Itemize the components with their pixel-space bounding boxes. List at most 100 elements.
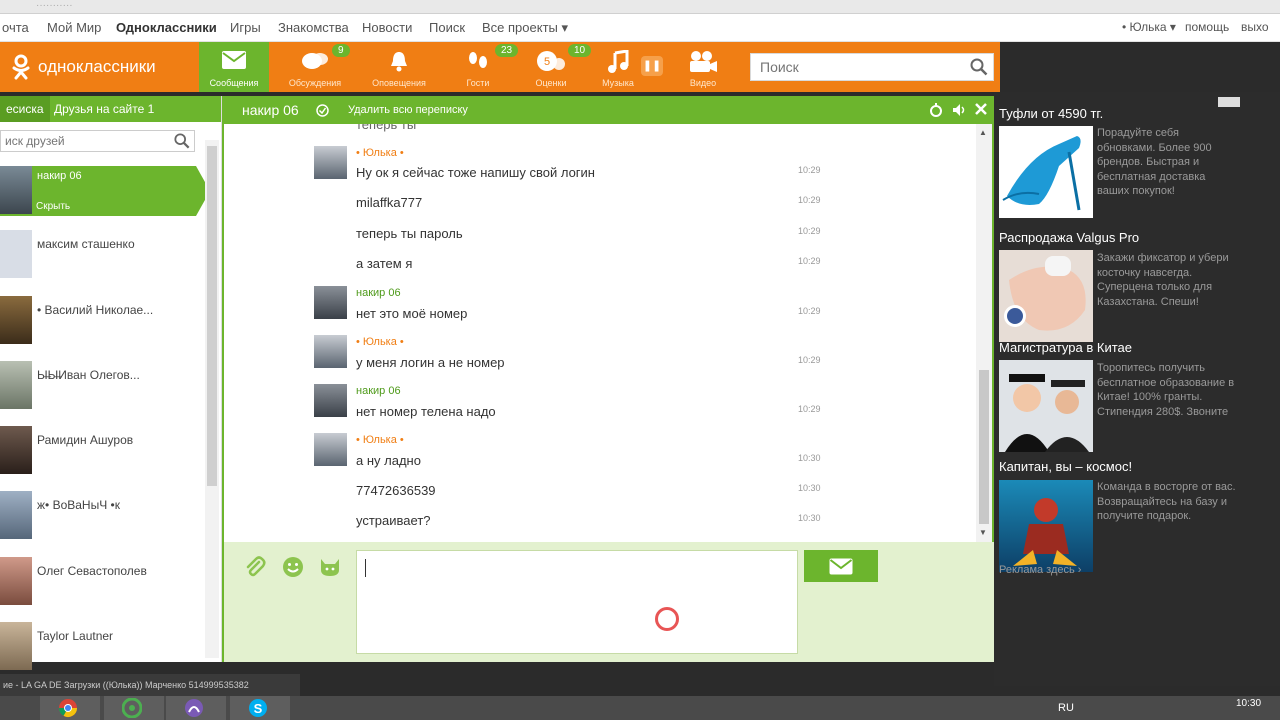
tab-friends-online[interactable]: Друзья на сайте 1 bbox=[54, 102, 154, 116]
portal-link-all-projects[interactable]: Все проекты ▾ bbox=[482, 20, 568, 36]
avatar bbox=[314, 146, 347, 179]
ad-text: Закажи фиксатор и убери косточку навсегд… bbox=[1097, 252, 1229, 308]
ad-title[interactable]: Распродажа Valgus Pro bbox=[999, 230, 1139, 245]
ad-title[interactable]: Магистратура в Китае bbox=[999, 340, 1132, 355]
friend-name: • Василий Николае... bbox=[37, 303, 154, 317]
avatar bbox=[0, 557, 32, 605]
portal-help-link[interactable]: помощь bbox=[1185, 20, 1229, 34]
ad-title[interactable]: Туфли от 4590 тг. bbox=[999, 106, 1103, 121]
nav-video-label: Видео bbox=[689, 78, 717, 88]
chat-scrollbar[interactable]: ▲ ▼ bbox=[976, 124, 992, 542]
cat-sticker-icon[interactable] bbox=[319, 556, 341, 578]
ads-footer-link[interactable]: Реклама здесь › bbox=[999, 564, 1081, 576]
nav-messages[interactable]: Сообщения bbox=[199, 42, 269, 92]
message-input[interactable] bbox=[356, 550, 798, 654]
os-taskbar: S RU 10:30 bbox=[0, 696, 1280, 720]
scroll-up-arrow[interactable]: ▲ bbox=[979, 128, 987, 137]
avatar bbox=[0, 296, 32, 344]
smiley-icon[interactable] bbox=[282, 556, 304, 578]
ads-close-button[interactable] bbox=[1218, 97, 1240, 107]
portal-link-mail[interactable]: очта bbox=[2, 20, 29, 35]
keyboard-language[interactable]: RU bbox=[1058, 702, 1074, 714]
taskbar-skype-button[interactable]: S bbox=[230, 696, 290, 720]
scroll-down-arrow[interactable]: ▼ bbox=[979, 528, 987, 537]
message-author[interactable]: накир 06 bbox=[356, 385, 401, 397]
green-circle-app-icon bbox=[122, 698, 142, 718]
search-icon[interactable] bbox=[970, 58, 988, 76]
sound-icon[interactable] bbox=[951, 102, 967, 118]
friend-name: максим сташенко bbox=[37, 237, 135, 251]
portal-link-games[interactable]: Игры bbox=[230, 20, 261, 35]
paperclip-icon[interactable] bbox=[244, 556, 266, 578]
friend-item[interactable]: ж• ВоВаНыЧ •к bbox=[0, 491, 196, 543]
friends-search-input[interactable] bbox=[1, 131, 171, 151]
close-icon[interactable] bbox=[974, 102, 988, 116]
avatar bbox=[314, 335, 347, 368]
message-time: 10:30 bbox=[798, 453, 821, 463]
nav-guests[interactable]: 23 Гости bbox=[443, 42, 519, 92]
friends-tabs: есиска Друзья на сайте 1 bbox=[0, 96, 221, 122]
portal-link-odnoklassniki[interactable]: Одноклассники bbox=[116, 20, 217, 35]
skype-icon: S bbox=[249, 699, 267, 717]
system-clock[interactable]: 10:30 bbox=[1236, 698, 1261, 709]
portal-link-news[interactable]: Новости bbox=[362, 20, 412, 35]
music-player-icon[interactable]: ❚❚ bbox=[641, 56, 663, 76]
tab-conversations[interactable]: есиска bbox=[0, 96, 50, 122]
delete-conversation-link[interactable]: Удалить всю переписку bbox=[348, 104, 468, 116]
friend-item[interactable]: Ы̶Ы̶Иван Олегов... bbox=[0, 361, 196, 413]
nav-ratings[interactable]: 5 10 Оценки bbox=[516, 42, 592, 92]
portal-link-dating[interactable]: Знакомства bbox=[278, 20, 349, 35]
friend-item[interactable]: максим сташенко bbox=[0, 230, 196, 282]
rating-icon: 5 bbox=[537, 51, 565, 71]
friend-item[interactable]: Олег Севастополев bbox=[0, 557, 196, 609]
settings-icon[interactable] bbox=[928, 102, 944, 118]
portal-link-my-world[interactable]: Мой Мир bbox=[47, 20, 101, 35]
portal-user-menu[interactable]: • Юлька ▾ bbox=[1122, 20, 1176, 34]
ad-image-shoes[interactable] bbox=[999, 126, 1093, 218]
taskbar-app-button[interactable] bbox=[104, 696, 164, 720]
friends-search-box[interactable] bbox=[0, 130, 195, 152]
nav-video[interactable]: Видео bbox=[668, 42, 738, 92]
text-caret bbox=[365, 559, 366, 577]
header-search-box[interactable] bbox=[750, 53, 994, 81]
portal-logout-link[interactable]: выхо bbox=[1241, 20, 1269, 34]
taskbar-app-button[interactable] bbox=[166, 696, 226, 720]
message-text: а ну ладно bbox=[356, 453, 421, 468]
search-icon[interactable] bbox=[174, 133, 190, 149]
nav-discussions[interactable]: 9 Обсуждения bbox=[280, 42, 350, 92]
envelope-icon bbox=[829, 558, 853, 575]
message-author[interactable]: накир 06 bbox=[356, 287, 401, 299]
video-camera-icon bbox=[690, 51, 717, 72]
nav-notifications[interactable]: Оповещения bbox=[364, 42, 434, 92]
ad-image-graduates[interactable] bbox=[999, 360, 1093, 452]
friend-item[interactable]: Taylor Lautner bbox=[0, 622, 196, 674]
ad-image-game[interactable] bbox=[999, 480, 1093, 572]
friend-item-active[interactable]: накир 06 Скрыть bbox=[0, 166, 210, 216]
chat-title[interactable]: накир 06 bbox=[242, 102, 299, 118]
nav-discussions-label: Обсуждения bbox=[288, 78, 342, 88]
taskbar-chrome-button[interactable] bbox=[40, 696, 100, 720]
header-search-input[interactable] bbox=[751, 54, 961, 80]
ad-image-foot[interactable] bbox=[999, 250, 1093, 342]
nav-music[interactable]: ❚❚ Музыка bbox=[583, 42, 663, 92]
send-message-button[interactable] bbox=[804, 550, 878, 582]
friend-item[interactable]: • Василий Николае... bbox=[0, 296, 196, 348]
browser-address-bar[interactable]: ··········· bbox=[0, 0, 1280, 14]
friend-item[interactable]: Рамидин Ашуров bbox=[0, 426, 196, 478]
message-author[interactable]: • Юлька • bbox=[356, 336, 404, 348]
portal-link-search[interactable]: Поиск bbox=[429, 20, 465, 35]
chat-scrollbar-thumb[interactable] bbox=[979, 370, 989, 524]
friend-name: Ы̶Ы̶Иван Олегов... bbox=[37, 368, 140, 382]
avatar bbox=[314, 384, 347, 417]
message-time: 10:29 bbox=[798, 306, 821, 316]
site-logo[interactable]: одноклассники bbox=[10, 54, 156, 80]
ad-title[interactable]: Капитан, вы – космос! bbox=[999, 459, 1132, 474]
hide-friend-link[interactable]: Скрыть bbox=[36, 201, 70, 212]
message-author[interactable]: • Юлька • bbox=[356, 147, 404, 159]
message-text: у меня логин а не номер bbox=[356, 355, 505, 370]
message-author[interactable]: • Юлька • bbox=[356, 434, 404, 446]
friends-scrollbar[interactable] bbox=[205, 140, 219, 658]
message-text: 77472636539 bbox=[356, 483, 436, 498]
friends-scrollbar-thumb[interactable] bbox=[207, 146, 217, 486]
check-circle-icon[interactable] bbox=[316, 104, 329, 117]
